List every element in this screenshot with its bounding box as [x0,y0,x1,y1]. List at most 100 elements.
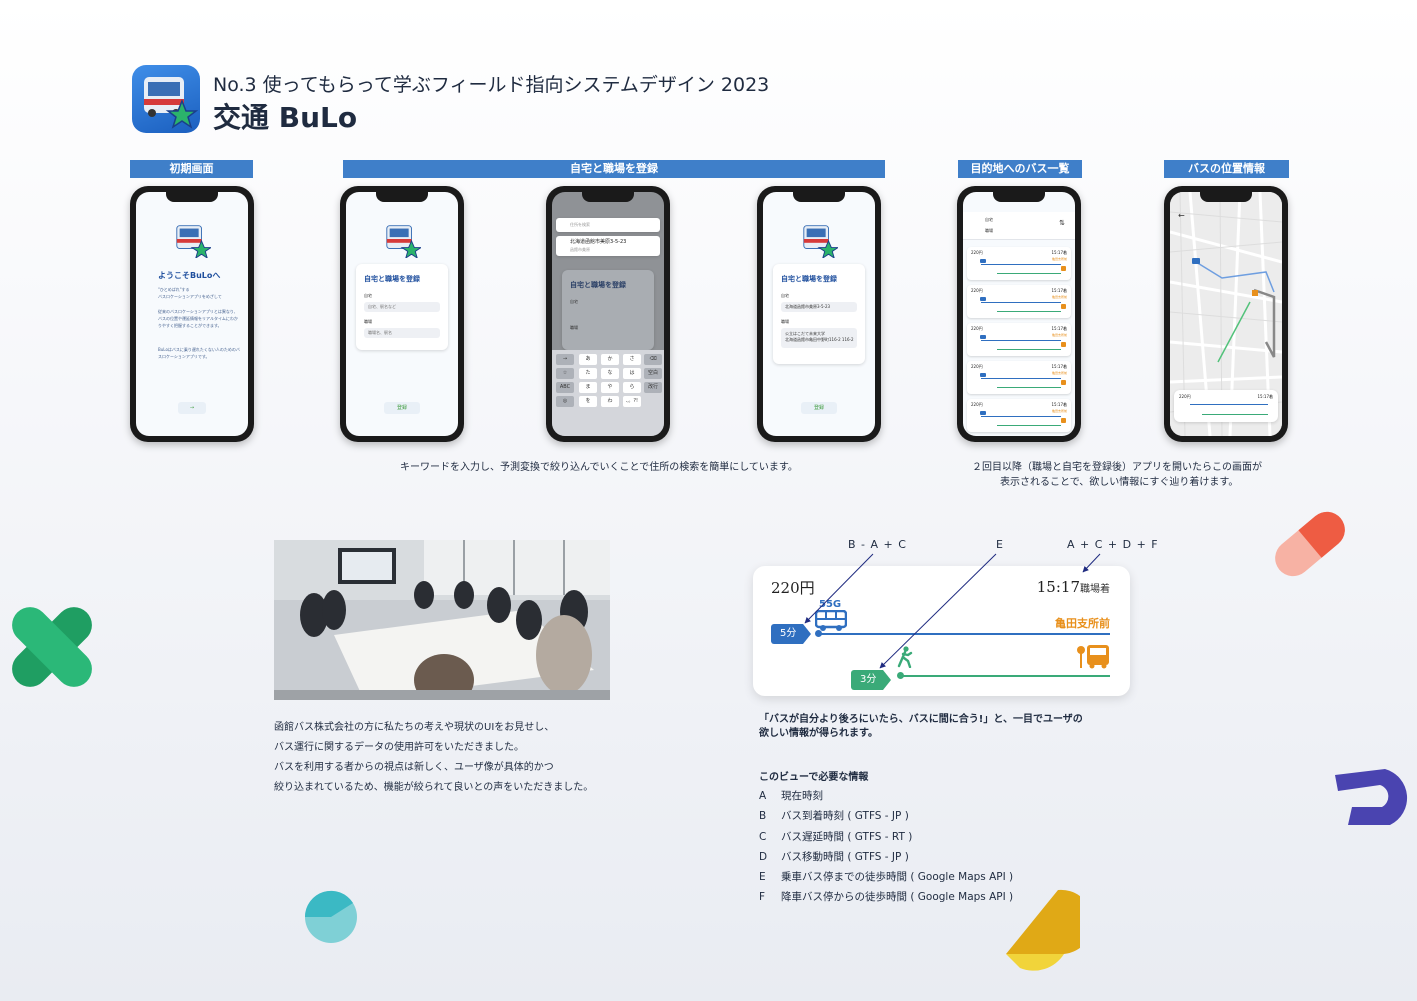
keyboard-side-key[interactable]: 改行 [644,382,662,393]
route-walk-line [997,311,1061,312]
route-stop-icon [1061,266,1066,271]
info-item: C バス遅延時間 ( GTFS - RT ) [759,827,1013,847]
bus-logo-icon [386,225,421,258]
keyboard-side-key[interactable]: ABC [556,382,574,393]
route-card[interactable]: 220円 15:17着 亀田支所前 [967,361,1071,394]
info-item-text: バス移動時間 ( GTFS - JP ) [781,850,909,863]
search-result-text: 北海道函館市美原3-5-23 [570,239,627,245]
register-card-dimmed: 自宅と職場を登録 自宅 職場 [562,270,654,350]
list-header: 自宅 職場 ⇅ [963,212,1075,240]
phone-bus-map: ← 220円 15:17着 [1164,186,1288,442]
body-line-2: バス運行に関するデータの使用許可をいただきました。 [274,742,524,753]
section-label-register: 自宅と職場を登録 [343,160,885,178]
body-line-1: 函館バス株式会社の方に私たちの考えや現状のUIをお見せし、 [274,722,555,733]
map-route-card[interactable]: 220円 15:17着 [1174,390,1278,422]
section-label-bus-location: バスの位置情報 [1164,160,1289,178]
info-item: E 乗車バス停までの徒歩時間 ( Google Maps API ) [759,867,1013,887]
work-input[interactable]: 公立はこだて未来大学 北海道函館市亀田中野町116-2 116-2 [781,328,857,348]
keyboard-key[interactable]: あ [579,354,597,365]
route-bus-line [981,264,1061,265]
keyboard: あかさたなはまやらをわ、。?! → ☆ ABC ◎ ⌫ 空白改行 [552,350,664,436]
map-time: 15:17着 [1257,394,1273,399]
search-bar[interactable]: 住所を検索 [556,218,660,232]
search-input[interactable]: 住所を検索 [570,221,590,228]
keyboard-side-key[interactable]: ⌫ [644,354,662,365]
route-stop: 亀田支所前 [1051,371,1067,375]
route-card[interactable]: 220円 15:17着 亀田支所前 [967,285,1071,318]
route-price: 220円 [971,402,983,407]
route-stop-icon [1061,418,1066,423]
body-line-3: バスを利用する者からの視点は新しく、ユーザ像が具体的かつ [274,762,554,773]
route-time: 15:17着 [1051,402,1067,407]
info-item-key: A [759,790,767,802]
info-item-key: B [759,810,767,823]
keyboard-key[interactable]: 、。?! [623,396,641,407]
next-button[interactable]: → [178,402,206,414]
route-bus-line [981,378,1061,379]
home-input[interactable]: 北海道函館市美原3-5-23 [781,302,857,312]
route-price: 220円 [971,364,983,369]
route-bus-line [981,302,1061,303]
route-walk-line [997,273,1061,274]
route-price: 220円 [971,326,983,331]
decor-purple-shape [1335,769,1408,825]
header-title: 交通 BuLo [213,101,358,134]
info-item-text: バス到着時刻 ( GTFS - JP ) [781,810,909,823]
keyboard-key[interactable]: な [601,368,619,379]
welcome-body: 従来のバスロケーションアプリとは異なり、 バスの位置や運延情報をリアルタイムにわ… [158,309,238,328]
keyboard-side-key[interactable]: ◎ [556,396,574,407]
route-bus-icon [980,259,986,263]
info-item: F 降車バス停からの徒歩時間 ( Google Maps API ) [759,887,1013,907]
route-time: 15:17着 [1051,326,1067,331]
keyboard-side-key[interactable]: ☆ [556,368,574,379]
info-item-text: 乗車バス停までの徒歩時間 ( Google Maps API ) [781,871,1014,884]
body-line-4: 絞り込まれているため、機能が絞られて良いとの声をいただきました。 [274,782,594,793]
route-card[interactable]: 220円 15:17着 亀田支所前 [967,247,1071,280]
route-walk-line [997,387,1061,388]
info-title: このビューで必要な情報 [759,772,869,783]
keyboard-key[interactable]: ら [623,382,641,393]
home-input[interactable]: 自宅、駅名など [364,302,440,312]
keyboard-side-key[interactable]: → [556,354,574,365]
work-input[interactable]: 職場名、駅名 [364,328,440,338]
annotation-arrows [804,553,1101,669]
map-price: 220円 [1179,394,1191,399]
keyboard-side-key[interactable]: 空白 [644,368,662,379]
route-stop-icon [1061,380,1066,385]
keyboard-key[interactable]: わ [601,396,619,407]
info-item-key: C [759,830,767,843]
route-card[interactable]: 220円 15:17着 亀田支所前 [967,323,1071,356]
welcome-title: ようこそBuLoへ [158,271,221,280]
keyboard-key[interactable]: か [601,354,619,365]
keyboard-key[interactable]: た [579,368,597,379]
home-label: 自宅 [781,293,789,298]
bus-logo-icon [176,225,211,258]
keyboard-key[interactable]: や [601,382,619,393]
swap-icon[interactable]: ⇅ [1059,220,1065,227]
section-label-bus-list: 目的地へのバス一覧 [958,160,1082,178]
register-title: 自宅と職場を登録 [570,281,626,289]
register-button[interactable]: 登録 [801,402,837,414]
meeting-description: 函館バス株式会社の方に私たちの考えや現状のUIをお見せし、 バス運行に関するデー… [274,718,593,798]
bus-logo-icon [803,225,838,258]
phone-register-keyboard: 住所を検索 北海道函館市美原3-5-23 函館市美原 自宅と職場を登録 自宅 職… [546,186,670,442]
svg-text:←: ← [1178,211,1185,220]
info-item-key: E [759,871,766,884]
list-home: 自宅 [985,217,993,222]
keyboard-key[interactable]: ま [579,382,597,393]
quote-line-1: 「バスが自分より後ろにいたら、バスに間に合う!」と、一目でユーザの [759,714,1083,725]
phone-register-empty: 自宅と職場を登録 自宅 自宅、駅名など 職場 職場名、駅名 登録 [340,186,464,442]
section-label-initial: 初期画面 [130,160,253,178]
decor-teal-circle [304,890,357,943]
search-result[interactable]: 北海道函館市美原3-5-23 函館市美原 [556,236,660,256]
register-button[interactable]: 登録 [384,402,420,414]
bus-list-caption-1: ２回目以降（職場と自宅を登録後）アプリを開いたらこの画面が [972,462,1262,473]
phone-bus-list: 自宅 職場 ⇅ 220円 15:17着 亀田支所前 220円 15:17着 亀田支所前 22… [957,186,1081,442]
keyboard-key[interactable]: さ [623,354,641,365]
register-card: 自宅と職場を登録 自宅 自宅、駅名など 職場 職場名、駅名 [356,264,448,350]
decor-pill-shape [1275,511,1345,577]
keyboard-key[interactable]: を [579,396,597,407]
keyboard-key[interactable]: は [623,368,641,379]
register-card-filled: 自宅と職場を登録 自宅 北海道函館市美原3-5-23 職場 公立はこだて未来大学… [773,264,865,364]
route-card[interactable]: 220円 15:17着 亀田支所前 [967,399,1071,432]
